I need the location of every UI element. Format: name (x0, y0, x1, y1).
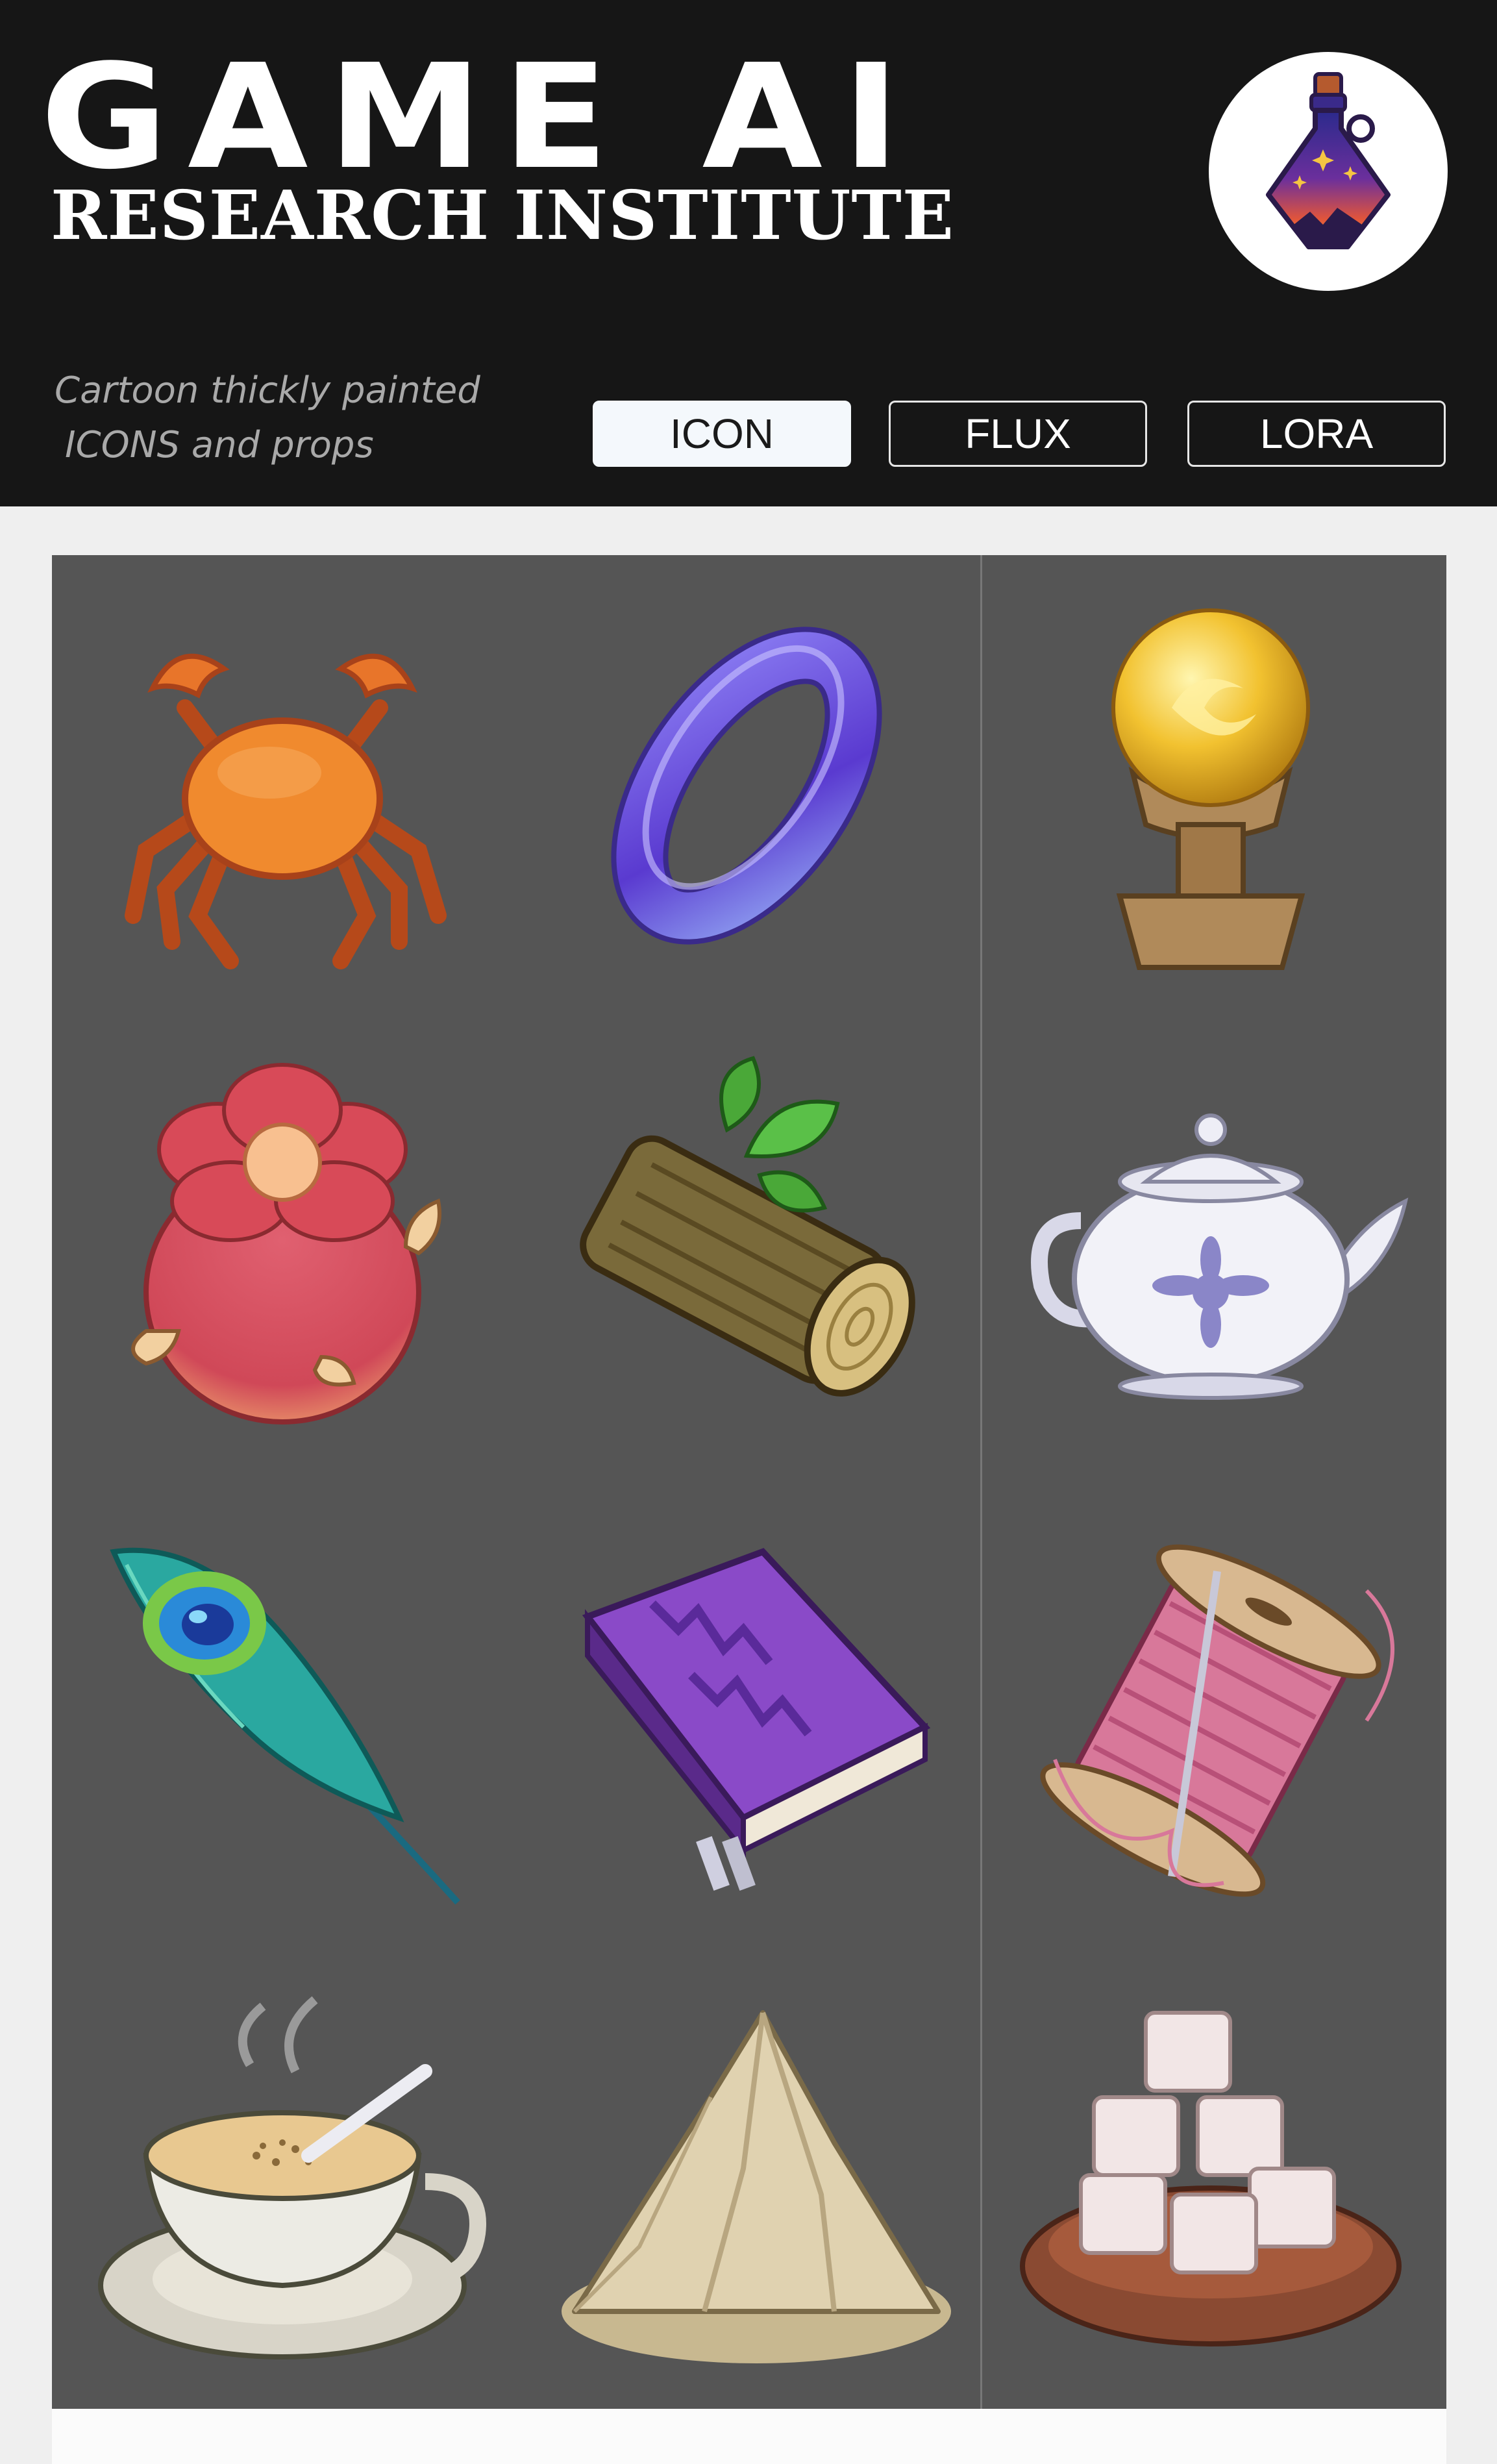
tagline-line-2: ICONS and props (65, 424, 374, 466)
brand-subtitle: RESEARCH INSTITUTE (51, 175, 955, 255)
golden-orb-pedestal-icon (1003, 578, 1418, 993)
potion-bottle-icon (1209, 52, 1448, 291)
powder-pile-icon (549, 1974, 964, 2389)
brand-title: GAME AI (40, 34, 920, 201)
purple-book-icon (549, 1513, 964, 1928)
crab-icon (75, 578, 490, 993)
tag-lora[interactable]: LORA (1187, 401, 1446, 467)
tag-icon[interactable]: ICON (593, 401, 851, 467)
tag-flux[interactable]: FLUX (889, 401, 1147, 467)
tagline: Cartoon thickly painted ICONS and props (55, 364, 480, 473)
gallery-divider (980, 555, 982, 2409)
flower-bulb-icon (75, 1045, 490, 1461)
wood-log-icon (552, 1045, 967, 1461)
thread-spool-needle-icon (1003, 1513, 1418, 1928)
sugar-cubes-bowl-icon (1003, 1974, 1418, 2389)
peacock-feather-icon (75, 1513, 490, 1928)
tagline-line-1: Cartoon thickly painted (55, 369, 480, 412)
porcelain-teapot-icon (1003, 1045, 1418, 1461)
purple-ring-icon (539, 578, 954, 993)
tea-cup-icon (88, 1974, 503, 2389)
header: GAME AI RESEARCH INSTITUTE Cartoon thick… (0, 0, 1497, 506)
bottom-strip (52, 2409, 1446, 2464)
